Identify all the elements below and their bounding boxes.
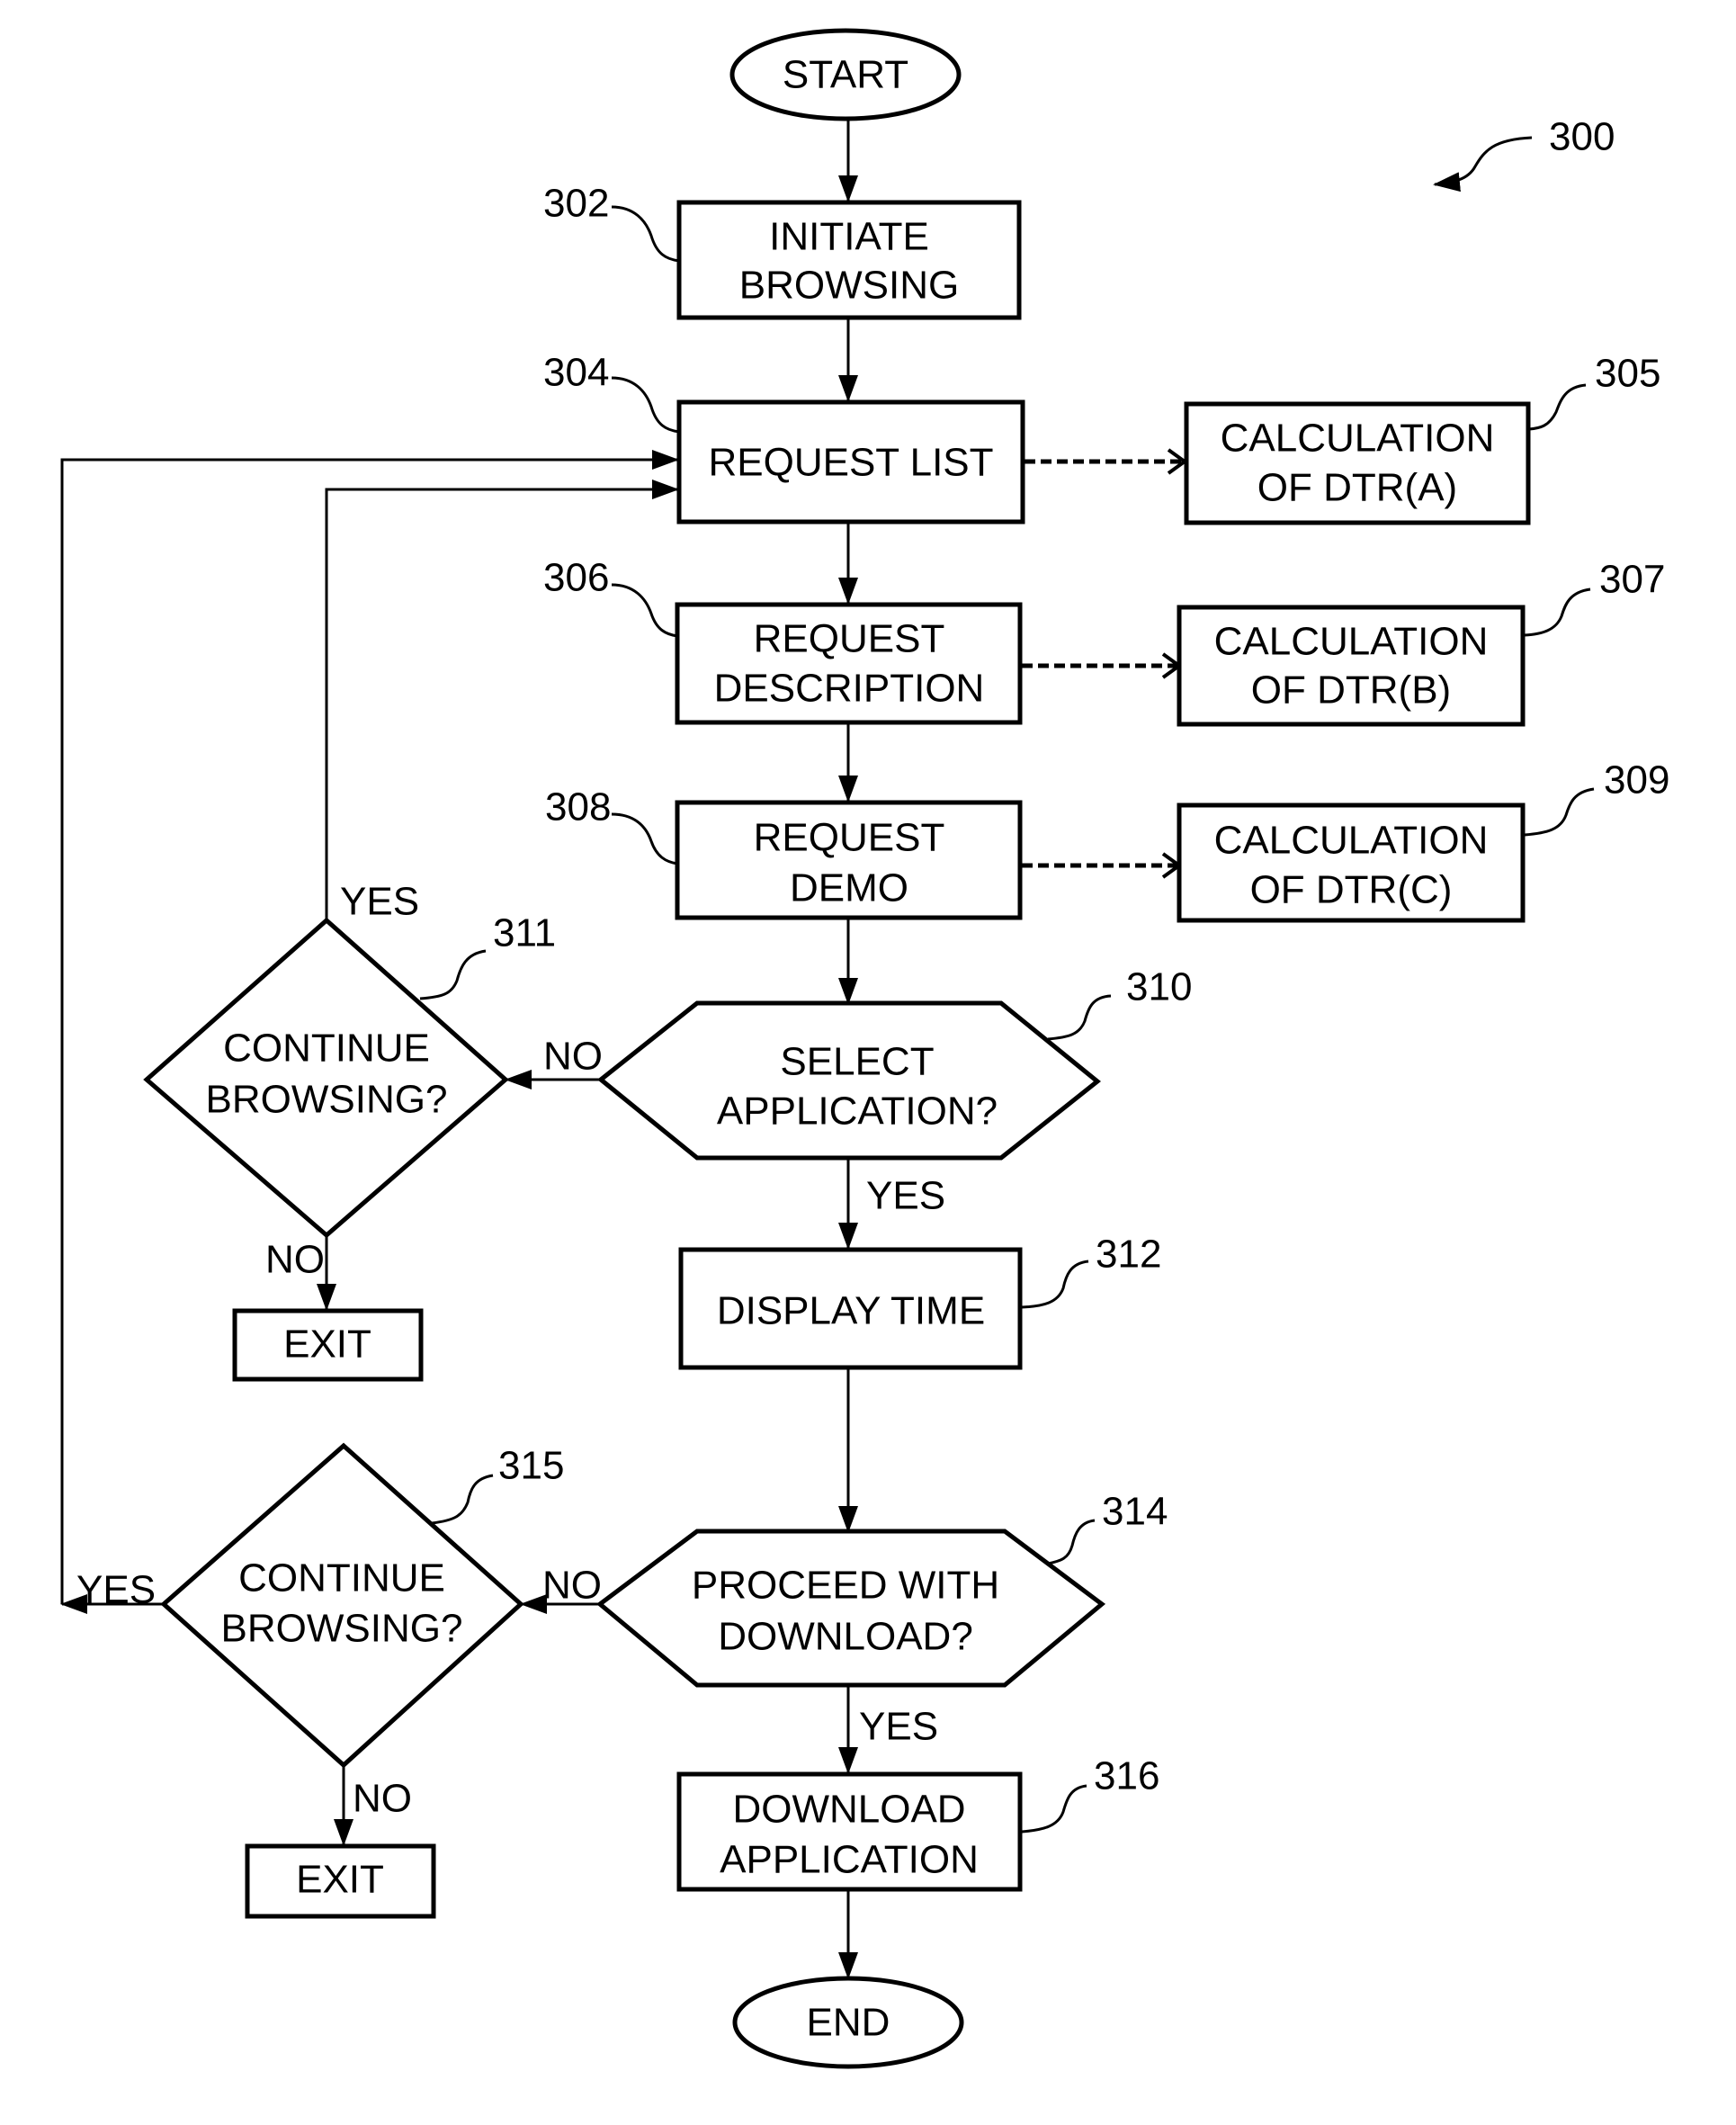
label-311-yes: YES [340,880,419,924]
decision-315-line-1: CONTINUE [238,1556,445,1600]
ref-302: 302 [543,182,609,226]
start-terminal: START [729,28,962,121]
ref-310: 310 [1126,965,1192,1009]
step-306-line-1: REQUEST [754,617,945,661]
step-312-display-time: DISPLAY TIME 312 [678,1233,1161,1370]
step-308-line-1: REQUEST [754,816,945,860]
ref-312: 312 [1096,1233,1161,1277]
decision-311-continue-browsing: CONTINUE BROWSING? 311 [143,911,556,1239]
arrow-311-yes-to-304 [325,480,679,920]
ref-308: 308 [545,785,611,829]
step-304-request-list: REQUEST LIST 304 [543,351,1025,525]
step-316-line-2: APPLICATION [720,1838,979,1882]
leader-315 [431,1474,494,1525]
decision-311-line-2: BROWSING? [206,1078,448,1122]
flowchart-300: 300 START INITIATE BROWSING 302 REQUEST … [60,28,1669,2069]
label-310-yes: YES [866,1174,945,1218]
step-309-line-2: OF DTR(C) [1250,868,1453,912]
step-307-line-1: CALCULATION [1214,620,1489,664]
step-305-line-2: OF DTR(A) [1257,466,1457,510]
step-312-line-1: DISPLAY TIME [717,1289,985,1333]
ref-311: 311 [493,911,556,955]
step-302-initiate-browsing: INITIATE BROWSING 302 [543,182,1022,320]
figure-reference: 300 [1433,115,1615,193]
step-316-download-application: DOWNLOAD APPLICATION 316 [676,1754,1159,1892]
leader-308 [611,812,678,865]
leader-312 [1021,1260,1089,1309]
leader-311 [419,949,487,1000]
label-310-no: NO [543,1035,603,1079]
step-304-line-1: REQUEST LIST [708,441,993,485]
step-307-line-2: OF DTR(B) [1251,668,1451,713]
decision-310-line-2: APPLICATION? [717,1089,998,1134]
step-309-calculation-dtr-c: CALCULATION OF DTR(C) 309 [1177,758,1669,923]
leader-314 [1047,1519,1096,1565]
decision-311-line-1: CONTINUE [223,1027,430,1071]
ref-305: 305 [1595,352,1660,396]
exit-terminal-1: EXIT [232,1308,424,1382]
step-306-line-2: DESCRIPTION [714,667,985,711]
figure-reference-label: 300 [1549,115,1615,159]
exit-1-label: EXIT [283,1323,371,1367]
step-309-line-1: CALCULATION [1214,819,1489,863]
leader-305 [1528,383,1587,431]
decision-314-line-1: PROCEED WITH [692,1564,999,1608]
leader-306 [611,583,678,638]
end-label: END [807,2001,890,2045]
ref-307: 307 [1599,558,1665,602]
end-terminal: END [732,1976,964,2069]
label-315-yes: YES [76,1568,156,1612]
label-315-no: NO [353,1777,412,1821]
step-302-line-2: BROWSING [739,264,959,308]
ref-304: 304 [543,351,609,395]
exit-2-label: EXIT [296,1858,384,1902]
exit-terminal-2: EXIT [245,1843,436,1919]
decision-314-proceed-with-download: PROCEED WITH DOWNLOAD? 314 [595,1490,1168,1688]
step-305-calculation-dtr-a: CALCULATION OF DTR(A) 305 [1184,352,1660,525]
decision-315-continue-browsing: CONTINUE BROWSING? 315 [160,1442,564,1769]
decision-310-select-application: SELECT APPLICATION? 310 [597,965,1192,1161]
ref-306: 306 [543,556,609,600]
leader-309 [1524,787,1595,837]
decision-314-line-2: DOWNLOAD? [718,1615,973,1659]
leader-310 [1047,994,1112,1041]
step-302-line-1: INITIATE [769,215,929,259]
label-314-yes: YES [859,1705,938,1749]
leader-316 [1021,1784,1087,1834]
decision-310-line-1: SELECT [780,1040,934,1084]
leader-307 [1524,587,1591,637]
step-306-request-description: REQUEST DESCRIPTION 306 [543,556,1023,725]
ref-314: 314 [1102,1490,1168,1534]
step-308-request-demo: REQUEST DEMO 308 [545,785,1023,920]
step-316-line-1: DOWNLOAD [732,1788,965,1832]
label-314-no: NO [542,1564,602,1608]
ref-315: 315 [498,1444,564,1488]
leader-304 [611,376,680,434]
step-308-line-2: DEMO [790,866,908,910]
ref-316: 316 [1094,1754,1159,1798]
ref-309: 309 [1604,758,1669,802]
start-label: START [783,53,908,97]
step-307-calculation-dtr-b: CALCULATION OF DTR(B) 307 [1177,558,1665,727]
label-311-no: NO [265,1238,325,1282]
decision-315-line-2: BROWSING? [221,1607,463,1651]
figure-reference-arrow [1433,136,1533,193]
leader-302 [611,205,680,263]
step-305-line-1: CALCULATION [1221,417,1495,461]
